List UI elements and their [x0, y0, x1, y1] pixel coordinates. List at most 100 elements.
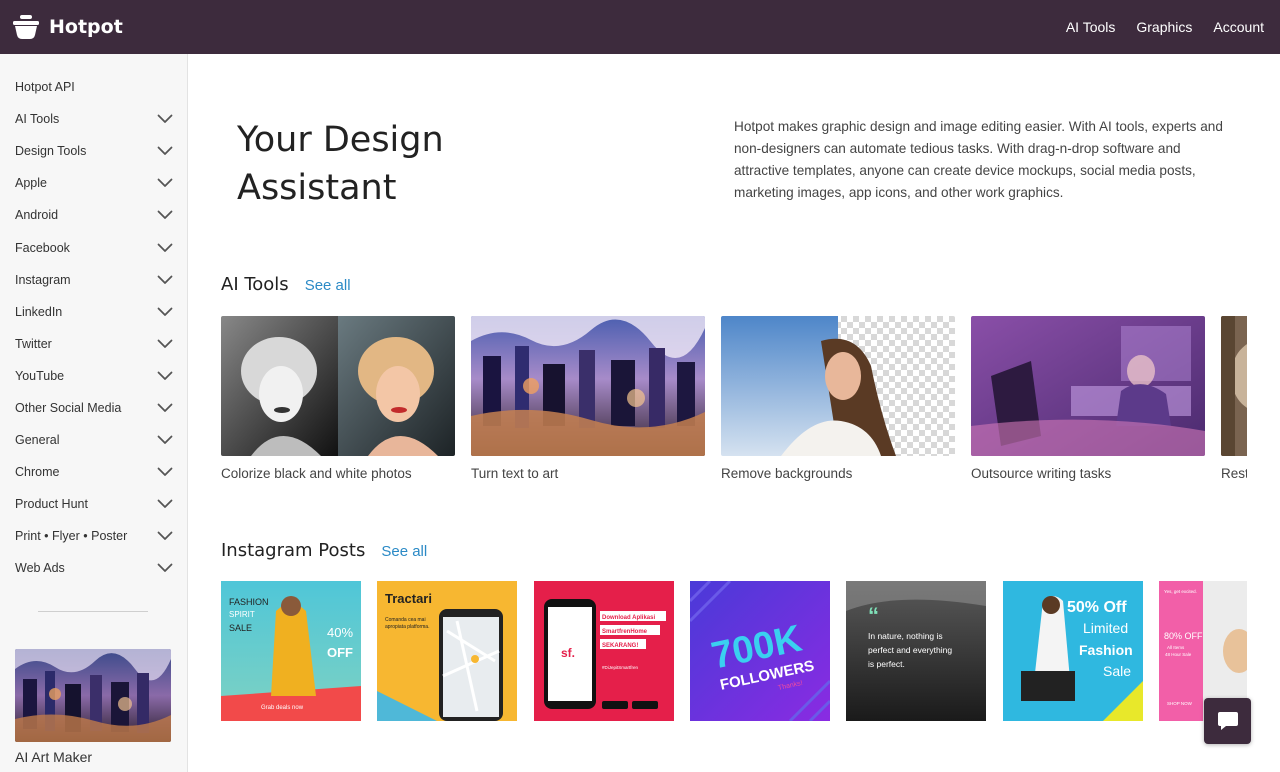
chevron-down-icon[interactable]	[157, 114, 173, 124]
post-700k-followers[interactable]: 700K FOLLOWERS Thanks!	[690, 581, 830, 721]
sidebar: Hotpot API AI Tools Design Tools Apple Andro…	[0, 54, 188, 772]
tool-caption: Remove backgrounds	[721, 466, 853, 481]
post-text: SALE	[229, 623, 252, 633]
nav-graphics[interactable]: Graphics	[1136, 19, 1192, 35]
post-text: In nature, nothing is	[868, 631, 943, 641]
post-text: Comanda cea mai	[385, 617, 426, 623]
chevron-down-icon[interactable]	[157, 243, 173, 253]
sidebar-menu: Hotpot API AI Tools Design Tools Apple Andro…	[0, 71, 187, 585]
chevron-down-icon[interactable]	[157, 531, 173, 541]
post-text: apropiata platforma.	[385, 624, 429, 630]
ai-tools-see-all-link[interactable]: See all	[305, 277, 351, 294]
sidebar-item-label: Design Tools	[15, 144, 87, 159]
sidebar-item[interactable]: YouTube	[0, 360, 187, 392]
tool-card-outsource-writing[interactable]: Outsource writing tasks	[971, 316, 1205, 481]
outsource-writing-thumbnail	[971, 316, 1205, 456]
chevron-down-icon[interactable]	[157, 435, 173, 445]
nav-ai-tools[interactable]: AI Tools	[1066, 19, 1116, 35]
hero-title: Your Design Assistant	[237, 120, 444, 208]
sidebar-item[interactable]: Instagram	[0, 264, 187, 296]
sidebar-item-label: Instagram	[15, 272, 71, 287]
post-text: is perfect.	[868, 659, 905, 669]
sidebar-item-label: Apple	[15, 176, 47, 191]
sidebar-item-label: AI Tools	[15, 112, 60, 127]
chevron-down-icon[interactable]	[157, 371, 173, 381]
instagram-posts-carousel: FASHION SPIRIT SALE 40% OFF Grab deals n…	[221, 581, 1247, 721]
sidebar-item-label: YouTube	[15, 368, 65, 383]
sidebar-item[interactable]: Apple	[0, 167, 187, 199]
post-tractari[interactable]: Tractari Comanda cea mai apropiata platf…	[377, 581, 517, 721]
sidebar-item[interactable]: Other Social Media	[0, 392, 187, 424]
tool-card-restore[interactable]: Rest	[1221, 316, 1247, 481]
tool-card-colorize[interactable]: Colorize black and white photos	[221, 316, 455, 481]
post-fashion-spirit-sale[interactable]: FASHION SPIRIT SALE 40% OFF Grab deals n…	[221, 581, 361, 721]
sidebar-item-label: Android	[15, 208, 59, 223]
chevron-down-icon[interactable]	[157, 210, 173, 220]
sidebar-item[interactable]: Twitter	[0, 328, 187, 360]
sidebar-item[interactable]: Android	[0, 199, 187, 231]
post-text: SPIRIT	[229, 610, 255, 619]
sidebar-item-label: Facebook	[15, 240, 70, 255]
sidebar-item[interactable]: Product Hunt	[0, 488, 187, 520]
post-smartfren[interactable]: sf. Download Aplikasi SmartfrenHome SEKA…	[534, 581, 674, 721]
chevron-down-icon[interactable]	[157, 339, 173, 349]
tool-card-text-to-art[interactable]: Turn text to art	[471, 316, 705, 481]
chevron-down-icon[interactable]	[157, 178, 173, 188]
chevron-down-icon[interactable]	[157, 275, 173, 285]
sidebar-item[interactable]: AI Tools	[0, 103, 187, 135]
sidebar-item[interactable]: Design Tools	[0, 135, 187, 167]
sidebar-item-label: Twitter	[15, 336, 52, 351]
post-text: perfect and everything	[868, 645, 952, 655]
hotpot-bowl-icon	[13, 15, 39, 39]
tool-caption: Rest	[1221, 466, 1247, 481]
logo-text: Hotpot	[49, 16, 123, 38]
tool-card-remove-backgrounds[interactable]: Remove backgrounds	[721, 316, 955, 481]
colorize-thumbnail	[221, 316, 455, 456]
chevron-down-icon[interactable]	[157, 307, 173, 317]
sidebar-item[interactable]: LinkedIn	[0, 296, 187, 328]
sidebar-item[interactable]: General	[0, 424, 187, 456]
text-to-art-thumbnail	[471, 316, 705, 456]
post-text: All Items	[1167, 645, 1185, 650]
sidebar-item-label: Other Social Media	[15, 400, 122, 415]
tool-caption: Colorize black and white photos	[221, 466, 412, 481]
ai-art-maker-label[interactable]: AI Art Maker	[15, 749, 92, 765]
main-content: Your Design Assistant Hotpot makes graph…	[189, 54, 1280, 772]
chevron-down-icon[interactable]	[157, 467, 173, 477]
tool-caption: Outsource writing tasks	[971, 466, 1112, 481]
post-text: Tractari	[385, 591, 432, 606]
post-text: 80% OFF	[1164, 631, 1203, 641]
sidebar-item[interactable]: Chrome	[0, 456, 187, 488]
post-text: 50% Off	[1067, 599, 1127, 616]
sidebar-item[interactable]: Facebook	[0, 231, 187, 263]
ai-tools-title: AI Tools	[221, 274, 289, 295]
sidebar-item[interactable]: Print • Flyer • Poster	[0, 520, 187, 552]
post-50-off-fashion-sale[interactable]: 50% Off Limited Fashion Sale	[1003, 581, 1143, 721]
instagram-posts-see-all-link[interactable]: See all	[381, 543, 427, 560]
chevron-down-icon[interactable]	[157, 499, 173, 509]
chevron-down-icon[interactable]	[157, 146, 173, 156]
post-text: #DiJepitSmartfren	[602, 665, 639, 670]
post-text: Download Aplikasi	[602, 615, 655, 621]
post-text: 40%	[327, 625, 353, 640]
post-text: OFF	[327, 645, 353, 660]
post-text: 48 Hour Sale	[1165, 652, 1192, 657]
hero-description: Hotpot makes graphic design and image ed…	[734, 119, 1223, 200]
nav-account[interactable]: Account	[1213, 19, 1264, 35]
post-text: Sale	[1103, 663, 1131, 679]
ai-art-maker-thumbnail[interactable]	[15, 649, 171, 742]
sidebar-item-label: Print • Flyer • Poster	[15, 529, 128, 544]
chevron-down-icon[interactable]	[157, 563, 173, 573]
chevron-down-icon[interactable]	[157, 403, 173, 413]
logo[interactable]: Hotpot	[12, 14, 123, 40]
svg-text:sf.: sf.	[561, 646, 575, 660]
sidebar-item[interactable]: Web Ads	[0, 552, 187, 584]
post-text: FASHION	[229, 597, 269, 607]
remove-backgrounds-thumbnail	[721, 316, 955, 456]
post-nature-quote[interactable]: “ In nature, nothing is perfect and ever…	[846, 581, 986, 721]
sidebar-item[interactable]: Hotpot API	[0, 71, 187, 103]
tool-caption: Turn text to art	[471, 466, 559, 481]
chat-button[interactable]	[1204, 698, 1251, 744]
post-text: SmartfrenHome	[602, 629, 648, 635]
post-text: Yes, get excited.	[1164, 589, 1197, 594]
